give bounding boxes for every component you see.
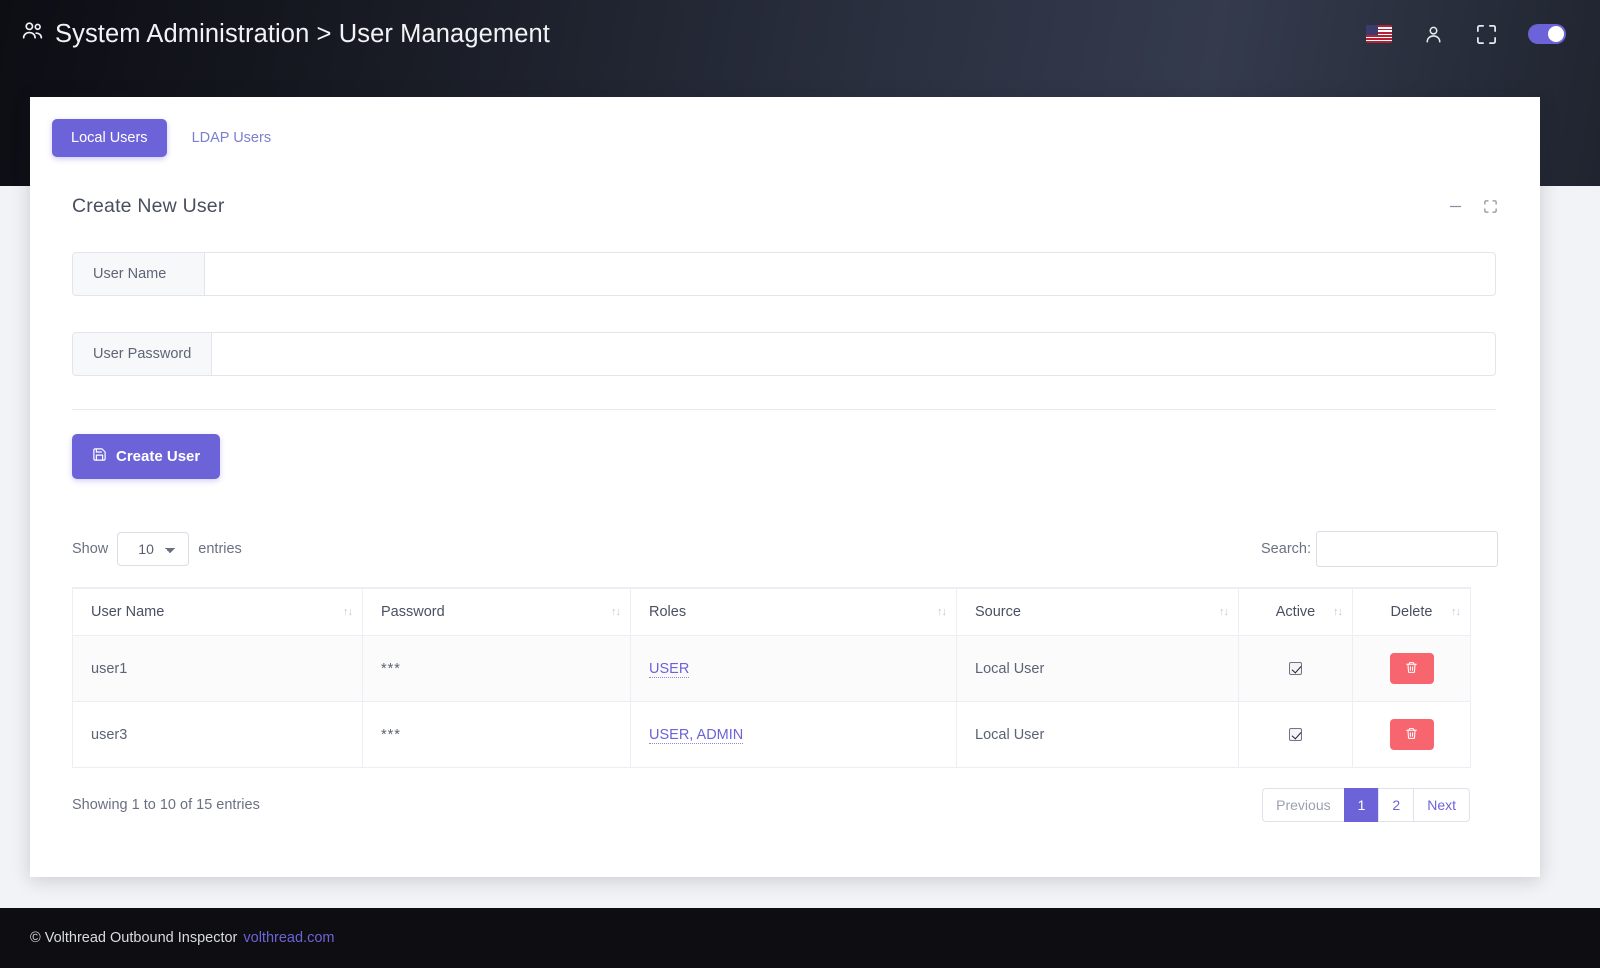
tab-local-users-label: Local Users — [71, 130, 148, 146]
search-input[interactable] — [1316, 531, 1498, 567]
page-length-control: Show 10 25 50 100 entries — [72, 532, 242, 566]
table-header-row: User Name ↑↓ Password ↑↓ Roles ↑↓ Source… — [72, 587, 1471, 636]
column-header-delete[interactable]: Delete ↑↓ — [1352, 587, 1471, 636]
show-label: Show — [72, 541, 109, 557]
sort-updown-icon: ↑↓ — [1219, 606, 1229, 618]
column-header-source[interactable]: Source ↑↓ — [956, 587, 1239, 636]
table-row: user1 *** USER Local User — [72, 635, 1471, 702]
entries-label: entries — [198, 541, 242, 557]
cell-username: user3 — [72, 701, 363, 768]
cell-password: *** — [362, 635, 631, 702]
save-icon — [92, 447, 107, 466]
cell-roles: USER, ADMIN — [630, 701, 957, 768]
create-user-form: User Name User Password Create User — [72, 222, 1498, 479]
tab-local-users[interactable]: Local Users — [52, 119, 167, 157]
column-header-username[interactable]: User Name ↑↓ — [72, 587, 363, 636]
username-input-group: User Name — [72, 252, 1496, 296]
create-user-button[interactable]: Create User — [72, 434, 221, 479]
cell-active — [1238, 701, 1353, 768]
roles-link[interactable]: USER — [649, 660, 690, 678]
tab-bar: Local Users LDAP Users — [30, 97, 1540, 157]
fullscreen-icon[interactable] — [1475, 23, 1498, 46]
users-table: User Name ↑↓ Password ↑↓ Roles ↑↓ Source… — [72, 587, 1471, 768]
create-user-title: Create New User — [72, 195, 225, 217]
cell-delete — [1352, 635, 1471, 702]
search-control: Search: — [1261, 531, 1498, 567]
cell-active — [1238, 635, 1353, 702]
active-checkbox[interactable] — [1289, 662, 1302, 676]
password-input[interactable] — [212, 333, 1495, 375]
column-header-source-label: Source — [975, 604, 1021, 620]
us-flag-icon[interactable] — [1366, 25, 1392, 43]
column-header-roles-label: Roles — [649, 604, 687, 620]
username-input[interactable] — [205, 253, 1495, 295]
footer-link[interactable]: volthread.com — [243, 930, 334, 946]
users-datatable: Show 10 25 50 100 entries Search: — [30, 479, 1540, 822]
form-divider — [72, 409, 1496, 410]
cell-source: Local User — [956, 701, 1239, 768]
sort-updown-icon: ↑↓ — [1451, 606, 1461, 618]
column-header-active[interactable]: Active ↑↓ — [1238, 587, 1353, 636]
column-header-delete-label: Delete — [1390, 604, 1433, 620]
table-row: user3 *** USER, ADMIN Local User — [72, 701, 1471, 768]
password-label: User Password — [73, 333, 213, 375]
person-icon[interactable] — [1422, 23, 1445, 46]
top-bar-actions — [1366, 23, 1578, 46]
create-user-panel: Create New User User Name User Password … — [30, 157, 1540, 479]
top-bar: System Administration > User Management — [0, 0, 1600, 68]
cell-password: *** — [362, 701, 631, 768]
main-card: Local Users LDAP Users Create New User U… — [30, 97, 1540, 877]
pagination-next[interactable]: Next — [1413, 788, 1470, 822]
pagination: Previous 1 2 Next — [1262, 788, 1470, 822]
delete-row-button[interactable] — [1389, 653, 1434, 684]
cell-source: Local User — [956, 635, 1239, 702]
sort-updown-icon: ↑↓ — [343, 606, 353, 618]
expand-icon[interactable] — [1483, 199, 1498, 214]
pagination-page-1[interactable]: 1 — [1343, 788, 1379, 822]
pagination-previous[interactable]: Previous — [1262, 788, 1344, 822]
pagination-page-2[interactable]: 2 — [1378, 788, 1414, 822]
create-user-panel-header: Create New User — [72, 195, 1498, 222]
column-header-password[interactable]: Password ↑↓ — [362, 587, 631, 636]
cell-delete — [1352, 701, 1471, 768]
people-icon — [20, 18, 45, 50]
breadcrumb: System Administration > User Management — [20, 18, 550, 50]
page-footer: © Volthread Outbound Inspector volthread… — [0, 908, 1600, 968]
sort-updown-icon: ↑↓ — [1333, 606, 1343, 618]
trash-icon — [1405, 661, 1418, 677]
create-user-button-label: Create User — [116, 448, 201, 465]
cell-username: user1 — [72, 635, 363, 702]
sort-updown-icon: ↑↓ — [611, 606, 621, 618]
tab-ldap-users-label: LDAP Users — [191, 130, 272, 146]
cell-roles: USER — [630, 635, 957, 702]
page-title: System Administration > User Management — [55, 19, 550, 48]
active-checkbox[interactable] — [1289, 728, 1302, 742]
column-header-active-label: Active — [1275, 604, 1316, 620]
search-label: Search: — [1261, 541, 1311, 557]
datatable-info: Showing 1 to 10 of 15 entries — [72, 797, 260, 813]
delete-row-button[interactable] — [1389, 719, 1434, 750]
column-header-username-label: User Name — [91, 604, 165, 620]
trash-icon — [1405, 727, 1418, 743]
footer-copyright: © Volthread Outbound Inspector — [30, 930, 238, 946]
datatable-controls: Show 10 25 50 100 entries Search: — [72, 531, 1498, 567]
page-length-select[interactable]: 10 25 50 100 — [117, 532, 190, 566]
page-root: System Administration > User Management — [0, 0, 1600, 968]
sort-updown-icon: ↑↓ — [937, 606, 947, 618]
username-label: User Name — [73, 253, 205, 295]
column-header-roles[interactable]: Roles ↑↓ — [630, 587, 957, 636]
toggle-knob — [1548, 26, 1564, 42]
theme-toggle[interactable] — [1528, 24, 1566, 44]
password-input-group: User Password — [72, 332, 1496, 376]
column-header-password-label: Password — [381, 604, 445, 620]
tab-ldap-users[interactable]: LDAP Users — [173, 119, 291, 157]
minimize-icon[interactable] — [1448, 199, 1463, 214]
datatable-footer: Showing 1 to 10 of 15 entries Previous 1… — [72, 788, 1470, 822]
roles-link[interactable]: USER, ADMIN — [649, 726, 744, 744]
panel-tools — [1448, 199, 1498, 214]
